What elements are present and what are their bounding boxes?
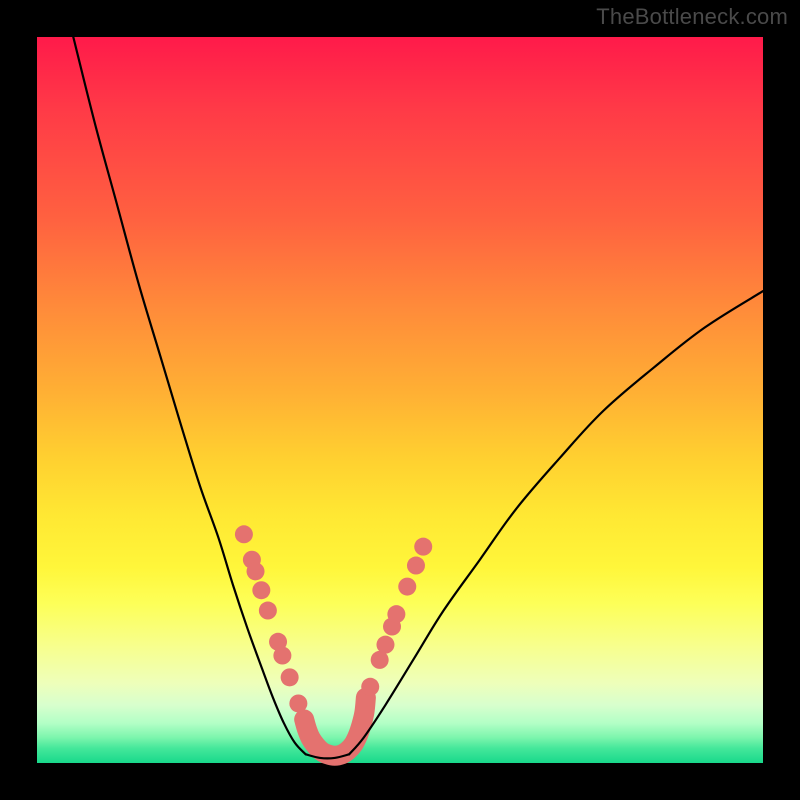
marker-dot — [252, 581, 270, 599]
marker-dot — [273, 647, 291, 665]
marker-dot — [414, 538, 432, 556]
marker-dot — [235, 525, 253, 543]
marker-dot — [289, 694, 307, 712]
curve-right — [349, 291, 763, 754]
marker-dot — [281, 668, 299, 686]
plot-area — [37, 37, 763, 763]
marker-dot — [398, 578, 416, 596]
marker-group — [235, 525, 432, 728]
chart-svg — [37, 37, 763, 763]
chart-frame: TheBottleneck.com — [0, 0, 800, 800]
marker-dot — [376, 636, 394, 654]
marker-dot — [247, 562, 265, 580]
marker-dot — [407, 557, 425, 575]
marker-dot — [361, 678, 379, 696]
marker-dot — [387, 605, 405, 623]
marker-dot — [259, 602, 277, 620]
watermark-text: TheBottleneck.com — [596, 4, 788, 30]
marker-dot — [295, 710, 313, 728]
